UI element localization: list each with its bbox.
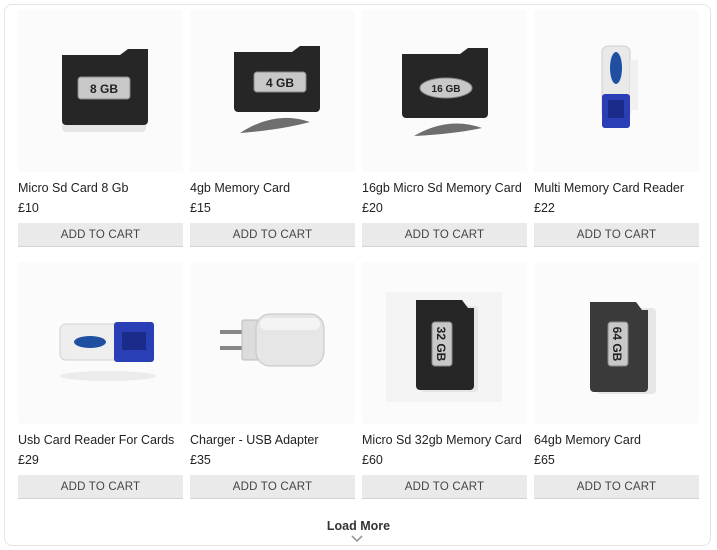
add-to-cart-button[interactable]: ADD TO CART [362,223,527,247]
add-to-cart-button[interactable]: ADD TO CART [534,223,699,247]
product-image[interactable]: 8 GB [18,10,183,172]
product-image[interactable]: 32 GB [362,262,527,424]
product-price: £22 [534,201,555,215]
product-name[interactable]: 4gb Memory Card [190,181,290,195]
chevron-down-icon[interactable] [351,535,363,543]
load-more-label[interactable]: Load More [327,519,390,533]
product-price: £60 [362,453,383,467]
product-name[interactable]: Micro Sd Card 8 Gb [18,181,128,195]
product-price: £15 [190,201,211,215]
product-image[interactable] [534,10,699,172]
product-name[interactable]: 64gb Memory Card [534,433,641,447]
product-name[interactable]: Usb Card Reader For Cards [18,433,174,447]
add-to-cart-button[interactable]: ADD TO CART [362,475,527,499]
product-name[interactable]: Charger - USB Adapter [190,433,319,447]
product-name[interactable]: Micro Sd 32gb Memory Card [362,433,522,447]
product-price: £20 [362,201,383,215]
product-name[interactable]: 16gb Micro Sd Memory Card [362,181,522,195]
card-capacity-label: 8 GB [90,82,118,96]
add-to-cart-button[interactable]: ADD TO CART [190,223,355,247]
product-image[interactable] [18,262,183,424]
product-price: £29 [18,453,39,467]
product-price: £65 [534,453,555,467]
product-image[interactable]: 64 GB [534,262,699,424]
product-image[interactable]: 16 GB [362,10,527,172]
add-to-cart-button[interactable]: ADD TO CART [534,475,699,499]
card-capacity-label: 64 GB [610,327,624,362]
product-image[interactable] [190,262,355,424]
add-to-cart-button[interactable]: ADD TO CART [18,475,183,499]
card-capacity-label: 32 GB [434,327,448,362]
product-name[interactable]: Multi Memory Card Reader [534,181,684,195]
add-to-cart-button[interactable]: ADD TO CART [18,223,183,247]
product-price: £35 [190,453,211,467]
card-capacity-label: 16 GB [432,84,461,95]
add-to-cart-button[interactable]: ADD TO CART [190,475,355,499]
product-price: £10 [18,201,39,215]
product-image[interactable]: 4 GB [190,10,355,172]
card-capacity-label: 4 GB [266,76,294,90]
load-more-button[interactable]: Load More [0,519,717,533]
